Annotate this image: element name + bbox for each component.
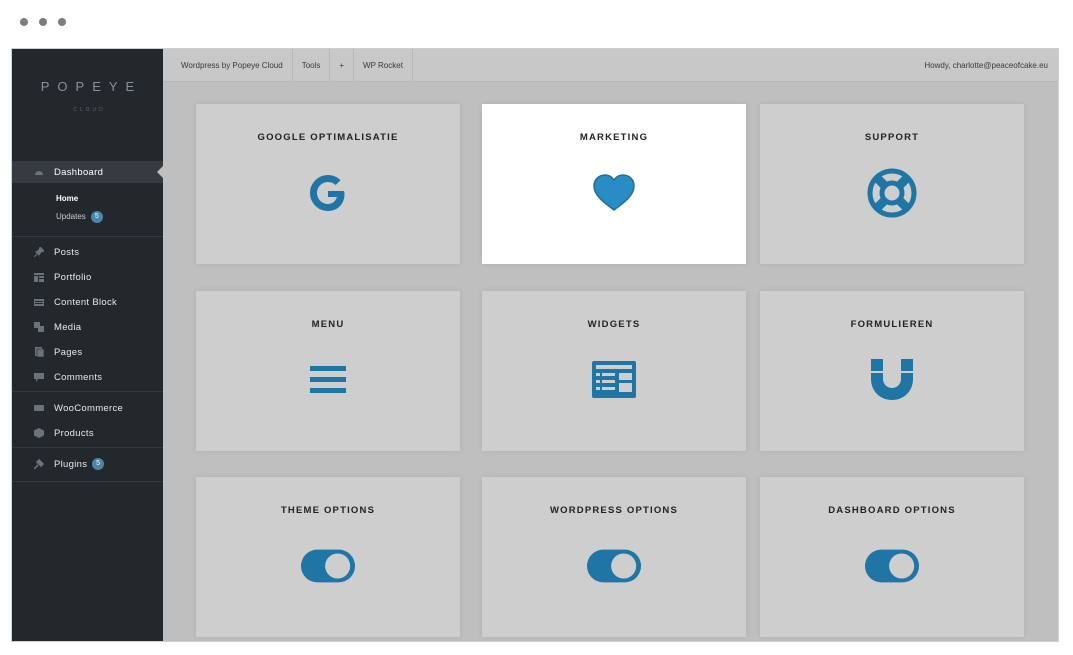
tile-title: GOOGLE OPTIMALISATIE xyxy=(257,132,399,143)
tile-dashboard-options[interactable]: DASHBOARD OPTIONS xyxy=(760,477,1024,637)
sidebar-divider xyxy=(12,447,163,448)
sidebar-item-label: WooCommerce xyxy=(54,402,124,414)
tile-title: SUPPORT xyxy=(864,132,920,143)
sidebar-item-media[interactable]: Media xyxy=(12,316,163,338)
media-icon xyxy=(34,322,44,332)
browser-frame: POPEYE CLOUD Dashboard Home Updates 5 Pos… xyxy=(11,48,1059,642)
admin-topbar: Wordpress by Popeye Cloud Tools + WP Roc… xyxy=(163,49,1058,82)
user-account-link[interactable]: Howdy, charlotte@peaceofcake.eu xyxy=(924,49,1048,82)
sidebar-item-products[interactable]: Products xyxy=(12,422,163,444)
comment-icon xyxy=(34,372,44,382)
tile-marketing[interactable]: MARKETING xyxy=(482,104,746,264)
lifebuoy-icon xyxy=(864,168,920,218)
sidebar-subitem-label: Updates xyxy=(56,212,86,222)
tile-formulieren[interactable]: FORMULIEREN xyxy=(760,291,1024,451)
sidebar-subitem-home[interactable]: Home xyxy=(56,194,78,203)
tile-support[interactable]: SUPPORT xyxy=(760,104,1024,264)
sidebar-item-woocommerce[interactable]: WooCommerce xyxy=(12,397,163,419)
topbar-wp-rocket-link[interactable]: WP Rocket xyxy=(354,49,413,81)
toggle-icon xyxy=(586,543,642,589)
sidebar-item-dashboard[interactable]: Dashboard xyxy=(12,161,163,183)
tile-title: WORDPRESS OPTIONS xyxy=(549,505,679,516)
pin-icon xyxy=(33,246,45,258)
sidebar-item-label: Pages xyxy=(54,346,83,358)
sidebar-item-label: Content Block xyxy=(54,296,118,308)
sidebar-item-plugins[interactable]: Plugins 5 xyxy=(12,453,163,475)
tile-theme-options[interactable]: THEME OPTIONS xyxy=(196,477,460,637)
portfolio-icon xyxy=(34,272,44,282)
window-controls xyxy=(20,18,66,26)
sidebar-item-label: Media xyxy=(54,321,82,333)
sidebar-item-label: Products xyxy=(54,427,94,439)
heart-icon xyxy=(586,170,642,216)
update-count-badge: 5 xyxy=(90,211,103,223)
topbar-new-button[interactable]: + xyxy=(330,49,355,81)
sidebar-item-label: Comments xyxy=(54,371,103,383)
sidebar-item-comments[interactable]: Comments xyxy=(12,366,163,388)
tile-widgets[interactable]: WIDGETS xyxy=(482,291,746,451)
window-dot-icon[interactable] xyxy=(39,18,47,26)
magnet-icon xyxy=(864,357,920,403)
content-block-icon xyxy=(34,297,44,307)
sidebar-subitem-updates[interactable]: Updates 5 xyxy=(56,211,103,223)
tile-title: MARKETING xyxy=(579,132,649,143)
toggle-icon xyxy=(300,543,356,589)
widgets-icon xyxy=(586,357,642,403)
tile-title: FORMULIEREN xyxy=(850,319,934,330)
admin-sidebar: POPEYE CLOUD Dashboard Home Updates 5 Pos… xyxy=(12,49,163,641)
sidebar-item-posts[interactable]: Posts xyxy=(12,241,163,263)
toggle-icon xyxy=(864,543,920,589)
tile-google-optimalisatie[interactable]: GOOGLE OPTIMALISATIE xyxy=(196,104,460,264)
pages-icon xyxy=(34,347,45,358)
woocommerce-icon xyxy=(34,403,44,413)
window-dot-icon[interactable] xyxy=(20,18,28,26)
sidebar-item-pages[interactable]: Pages xyxy=(12,341,163,363)
tile-menu[interactable]: MENU xyxy=(196,291,460,451)
tile-title: THEME OPTIONS xyxy=(280,505,376,516)
sidebar-divider xyxy=(12,391,163,392)
sidebar-item-label: Posts xyxy=(54,246,80,258)
tile-title: WIDGETS xyxy=(587,319,641,330)
tile-title: DASHBOARD OPTIONS xyxy=(828,505,956,516)
sidebar-divider xyxy=(12,236,163,237)
plugin-icon xyxy=(33,458,45,470)
topbar-tools-link[interactable]: Tools xyxy=(293,49,331,81)
dashboard-icon xyxy=(34,167,44,177)
hamburger-menu-icon xyxy=(300,357,356,403)
tile-title: MENU xyxy=(311,319,345,330)
google-icon xyxy=(300,170,356,216)
logo: POPEYE xyxy=(40,79,143,94)
tile-wordpress-options[interactable]: WORDPRESS OPTIONS xyxy=(482,477,746,637)
topbar-site-link[interactable]: Wordpress by Popeye Cloud xyxy=(163,49,293,81)
window-dot-icon[interactable] xyxy=(58,18,66,26)
products-icon xyxy=(34,428,44,438)
sidebar-item-label: Dashboard xyxy=(54,166,104,178)
sidebar-item-label: Portfolio xyxy=(54,271,92,283)
sidebar-item-portfolio[interactable]: Portfolio xyxy=(12,266,163,288)
plugin-count-badge: 5 xyxy=(92,458,105,470)
sidebar-item-content-block[interactable]: Content Block xyxy=(12,291,163,313)
sidebar-item-label: Plugins xyxy=(54,458,88,470)
sidebar-divider xyxy=(12,481,163,482)
logo-subtext: CLOUD xyxy=(73,107,106,113)
